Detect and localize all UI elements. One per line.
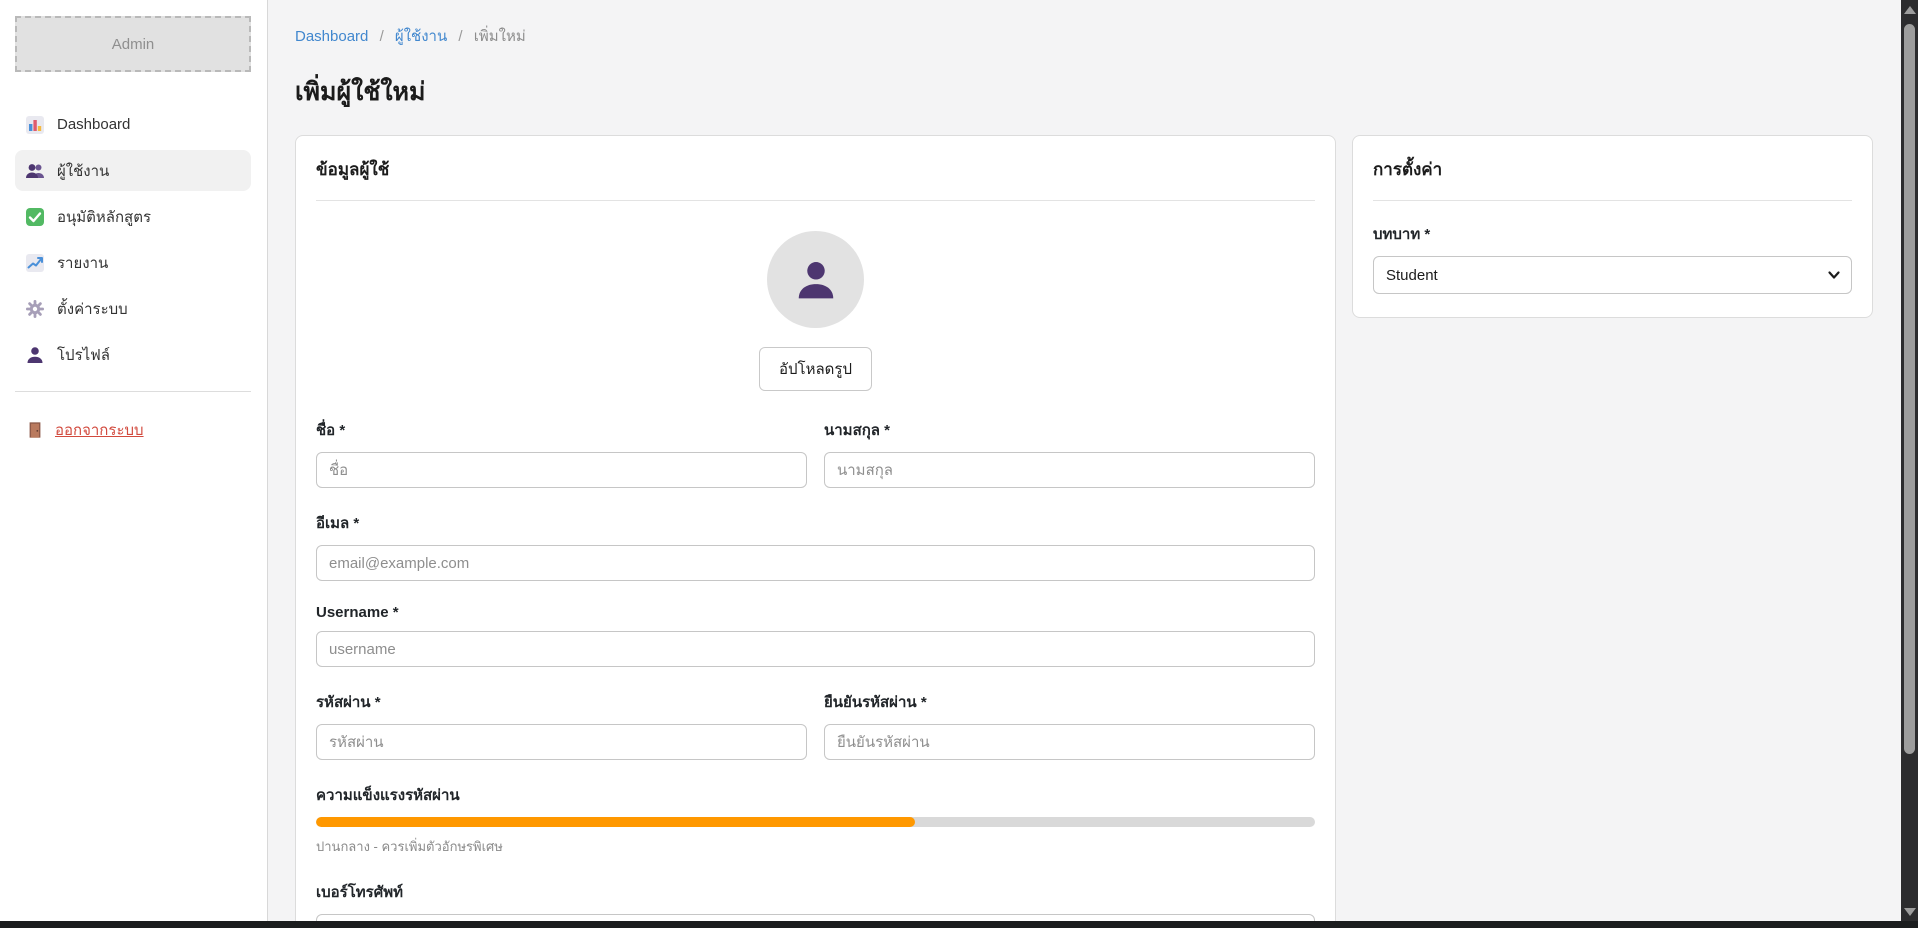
user-info-card-title: ข้อมูลผู้ใช้ <box>316 156 1315 183</box>
breadcrumb-users-link[interactable]: ผู้ใช้งาน <box>395 28 447 45</box>
password-strength-bar <box>316 817 1315 827</box>
sidebar-item-users[interactable]: ผู้ใช้งาน <box>15 150 251 191</box>
sidebar-item-course-approval[interactable]: อนุมัติหลักสูตร <box>15 196 251 237</box>
breadcrumb-separator: / <box>458 28 462 45</box>
card-divider <box>316 200 1315 201</box>
upload-photo-button[interactable]: อัปโหลดรูป <box>759 347 872 391</box>
email-label: อีเมล * <box>316 511 1315 535</box>
sidebar-item-dashboard[interactable]: Dashboard <box>15 104 251 145</box>
settings-card-title: การตั้งค่า <box>1373 156 1852 183</box>
password-strength-fill <box>316 817 915 827</box>
logout-link[interactable]: ออกจากระบบ <box>15 418 251 442</box>
users-icon <box>25 161 45 181</box>
logout-label: ออกจากระบบ <box>55 418 144 442</box>
user-form: ชื่อ * นามสกุล * อีเมล * Username <box>316 418 1315 928</box>
sidebar-item-system-settings[interactable]: ตั้งค่าระบบ <box>15 288 251 329</box>
main-content: Dashboard / ผู้ใช้งาน / เพิ่มใหม่ เพิ่มผ… <box>268 0 1918 921</box>
confirm-password-field[interactable] <box>824 724 1315 760</box>
password-label: รหัสผ่าน * <box>316 690 807 714</box>
dashboard-icon <box>25 115 45 135</box>
phone-label: เบอร์โทรศัพท์ <box>316 880 1315 904</box>
breadcrumb: Dashboard / ผู้ใช้งาน / เพิ่มใหม่ <box>295 24 1891 48</box>
chart-reports-icon <box>25 253 45 273</box>
confirm-password-label: ยืนยันรหัสผ่าน * <box>824 690 1315 714</box>
admin-logo-placeholder: Admin <box>15 16 251 72</box>
breadcrumb-current: เพิ่มใหม่ <box>474 28 526 45</box>
window-bottom-edge <box>0 921 1918 928</box>
gear-icon <box>25 299 45 319</box>
check-approve-icon <box>25 207 45 227</box>
last-name-field[interactable] <box>824 452 1315 488</box>
password-strength-section: ความแข็งแรงรหัสผ่าน ปานกลาง - ควรเพิ่มตั… <box>316 783 1315 857</box>
email-field[interactable] <box>316 545 1315 581</box>
cards-row: ข้อมูลผู้ใช้ อัปโหลดรูป ชื่อ * <box>295 135 1891 928</box>
sidebar-item-label: Dashboard <box>57 116 130 133</box>
sidebar-item-label: โปรไฟล์ <box>57 343 110 367</box>
breadcrumb-separator: / <box>380 28 384 45</box>
person-icon <box>25 345 45 365</box>
sidebar-item-label: ผู้ใช้งาน <box>57 159 109 183</box>
last-name-label: นามสกุล * <box>824 418 1315 442</box>
password-strength-label: ความแข็งแรงรหัสผ่าน <box>316 783 1315 807</box>
door-logout-icon <box>25 420 45 440</box>
scrollbar[interactable] <box>1901 0 1918 921</box>
sidebar-item-profile[interactable]: โปรไฟล์ <box>15 334 251 375</box>
page-title: เพิ่มผู้ใช้ใหม่ <box>295 72 1891 112</box>
password-field[interactable] <box>316 724 807 760</box>
scroll-up-arrow-icon[interactable] <box>1901 1 1918 18</box>
avatar <box>767 231 864 328</box>
username-field[interactable] <box>316 631 1315 667</box>
scroll-down-arrow-icon[interactable] <box>1901 903 1918 920</box>
password-strength-hint: ปานกลาง - ควรเพิ่มตัวอักษรพิเศษ <box>316 836 1315 857</box>
sidebar-item-label: อนุมัติหลักสูตร <box>57 205 151 229</box>
card-divider <box>1373 200 1852 201</box>
user-info-card: ข้อมูลผู้ใช้ อัปโหลดรูป ชื่อ * <box>295 135 1336 928</box>
app-window: Admin Dashboard ผู้ใช้งาน อนุมัติหลักสูต… <box>0 0 1918 921</box>
first-name-field[interactable] <box>316 452 807 488</box>
sidebar: Admin Dashboard ผู้ใช้งาน อนุมัติหลักสูต… <box>0 0 268 921</box>
role-select[interactable]: Student <box>1373 256 1852 294</box>
role-select-wrap: Student <box>1373 256 1852 294</box>
role-label: บทบาท * <box>1373 222 1852 246</box>
admin-logo-text: Admin <box>112 36 155 53</box>
sidebar-divider <box>15 391 251 392</box>
sidebar-menu: Dashboard ผู้ใช้งาน อนุมัติหลักสูตร รายง… <box>15 104 251 375</box>
settings-card: การตั้งค่า บทบาท * Student <box>1352 135 1873 318</box>
person-silhouette-icon <box>793 257 839 303</box>
breadcrumb-dashboard-link[interactable]: Dashboard <box>295 28 368 45</box>
avatar-section: อัปโหลดรูป <box>316 231 1315 391</box>
sidebar-item-label: รายงาน <box>57 251 108 275</box>
sidebar-item-reports[interactable]: รายงาน <box>15 242 251 283</box>
first-name-label: ชื่อ * <box>316 418 807 442</box>
scrollbar-thumb[interactable] <box>1904 24 1915 754</box>
sidebar-item-label: ตั้งค่าระบบ <box>57 297 128 321</box>
username-label: Username * <box>316 604 1315 621</box>
